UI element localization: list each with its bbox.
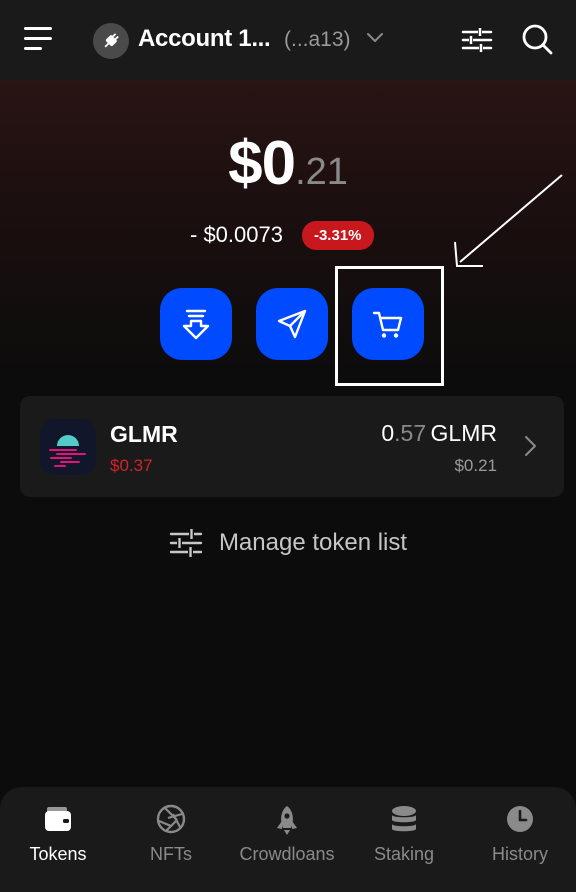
send-icon bbox=[277, 309, 307, 339]
balance-fraction: .21 bbox=[295, 151, 348, 193]
nav-staking-label: Staking bbox=[373, 844, 435, 864]
sliders-icon bbox=[169, 529, 203, 557]
rocket-icon bbox=[277, 806, 297, 835]
nav-crowdloans-label: Crowdloans bbox=[239, 844, 335, 864]
nav-tokens[interactable]: Tokens bbox=[0, 787, 116, 892]
token-price: $0.37 bbox=[110, 456, 153, 475]
account-address[interactable]: (...a13) bbox=[284, 28, 351, 52]
nav-nfts-label: NFTs bbox=[150, 844, 192, 864]
send-button[interactable] bbox=[256, 288, 328, 360]
token-row-glmr[interactable]: GLMR $0.37 0.57 GLMR $0.21 bbox=[20, 396, 564, 497]
change-percent-badge: -3.31% bbox=[301, 220, 374, 250]
coins-icon bbox=[392, 806, 416, 832]
balance-change: - $0.0073 -3.31% bbox=[190, 220, 374, 250]
nav-staking[interactable]: Staking bbox=[346, 787, 462, 892]
sliders-icon[interactable] bbox=[461, 26, 493, 54]
change-value: - $0.0073 bbox=[190, 222, 283, 247]
token-amount-int: 0 bbox=[381, 420, 395, 446]
highlight-box bbox=[335, 266, 444, 386]
token-amount-frac: .57 bbox=[394, 420, 427, 446]
menu-icon[interactable] bbox=[24, 27, 52, 51]
nav-history-label: History bbox=[491, 844, 548, 864]
account-name[interactable]: Account 1... bbox=[138, 25, 271, 53]
plug-icon[interactable] bbox=[93, 23, 129, 59]
wallet-icon bbox=[45, 807, 71, 831]
clock-icon bbox=[507, 806, 533, 832]
aperture-icon bbox=[156, 804, 186, 834]
token-amount: 0.57 GLMR bbox=[381, 420, 497, 447]
balance-integer: $0 bbox=[228, 129, 296, 198]
receive-button[interactable] bbox=[160, 288, 232, 360]
glmr-logo-icon bbox=[40, 419, 96, 475]
chevron-down-icon[interactable] bbox=[365, 31, 385, 45]
bottom-nav: Tokens NFTs Crowdloans Staking History bbox=[0, 787, 576, 892]
token-value: $0.21 bbox=[454, 456, 497, 475]
chevron-right-icon bbox=[525, 436, 536, 456]
manage-token-list-label: Manage token list bbox=[218, 529, 408, 556]
annotation-arrow-icon bbox=[454, 174, 563, 267]
header-bar: Account 1... (...a13) bbox=[0, 0, 576, 80]
token-amount-symbol: GLMR bbox=[430, 420, 497, 446]
nav-nfts[interactable]: NFTs bbox=[113, 787, 229, 892]
receive-icon bbox=[182, 309, 210, 340]
nav-history[interactable]: History bbox=[462, 787, 576, 892]
nav-crowdloans[interactable]: Crowdloans bbox=[229, 787, 345, 892]
token-symbol: GLMR bbox=[110, 421, 178, 447]
nav-tokens-label: Tokens bbox=[29, 844, 87, 864]
manage-token-list-button[interactable]: Manage token list bbox=[0, 525, 576, 561]
search-icon[interactable] bbox=[520, 22, 554, 56]
